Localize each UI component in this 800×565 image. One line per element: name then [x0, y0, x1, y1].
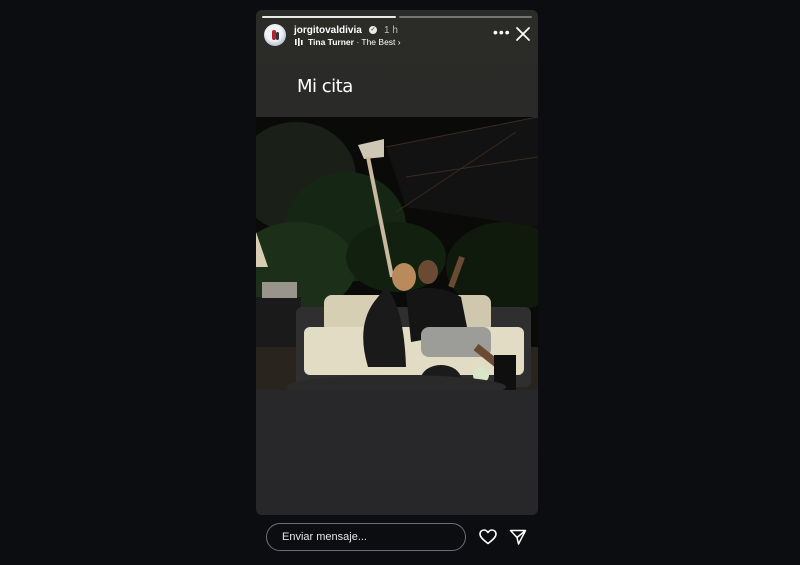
send-icon[interactable] [509, 529, 527, 545]
story-footer: Enviar mensaje... [0, 515, 800, 565]
music-artist: Tina Turner [308, 37, 354, 47]
story-photo [256, 117, 538, 390]
chevron-right-icon: › [397, 37, 401, 47]
verified-badge-icon: ✓ [369, 26, 377, 34]
username[interactable]: jorgitovaldivia [294, 25, 362, 36]
story-viewer[interactable]: jorgitovaldivia ✓ 1 h Tina Turner · The … [256, 10, 538, 515]
heart-icon[interactable] [479, 529, 497, 545]
more-options-icon[interactable]: ••• [493, 25, 511, 39]
message-placeholder: Enviar mensaje... [282, 531, 367, 543]
story-progress [262, 16, 532, 18]
music-song: The Best [361, 37, 396, 47]
post-time: 1 h [384, 25, 398, 36]
avatar[interactable] [264, 24, 286, 46]
progress-segment [398, 16, 532, 18]
close-icon[interactable] [515, 26, 531, 42]
music-bars-icon [295, 38, 303, 46]
progress-segment-done [262, 16, 396, 18]
message-input[interactable]: Enviar mensaje... [266, 523, 466, 551]
music-label[interactable]: Tina Turner · The Best › [308, 37, 401, 47]
story-header: jorgitovaldivia ✓ 1 h Tina Turner · The … [264, 24, 530, 52]
story-caption: Mi cita [297, 76, 353, 97]
